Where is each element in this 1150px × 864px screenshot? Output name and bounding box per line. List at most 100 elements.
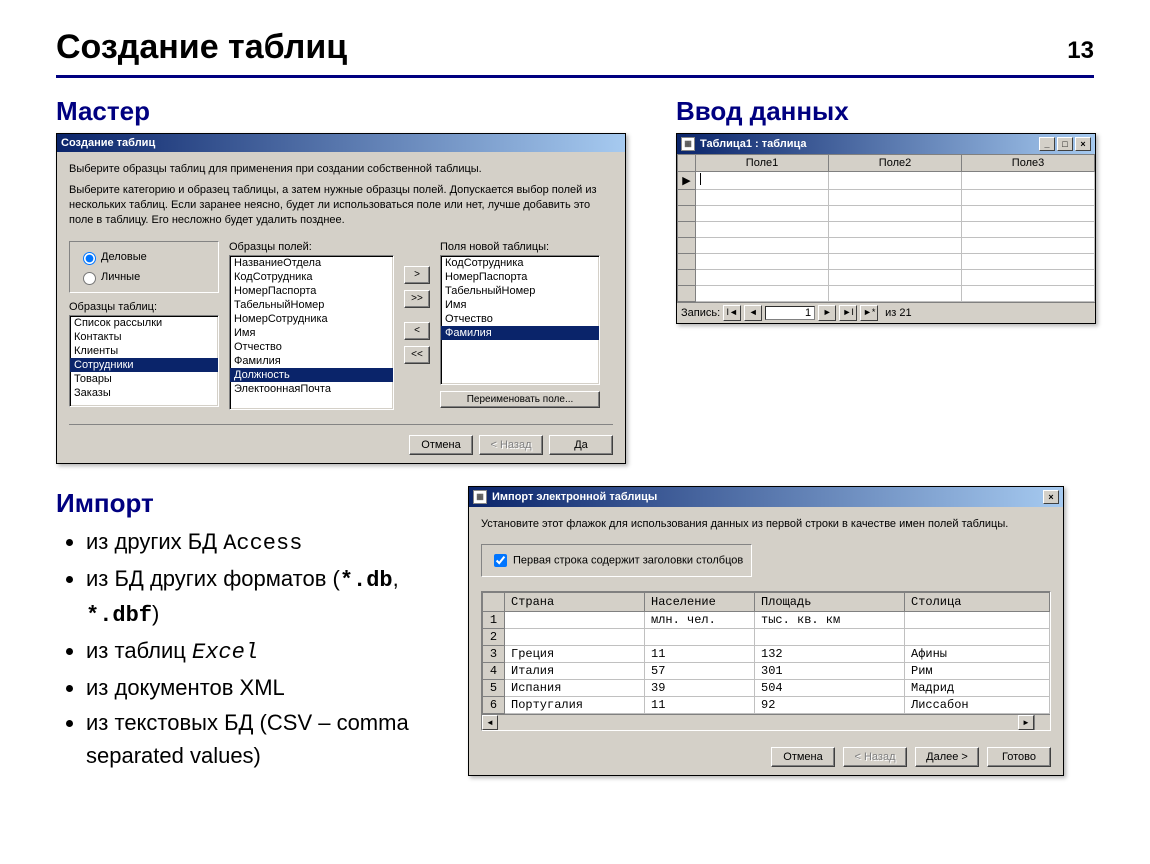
rename-field-button[interactable]: Переименовать поле... xyxy=(440,391,600,408)
list-item[interactable]: Отчество xyxy=(230,340,393,354)
row-selector[interactable] xyxy=(678,222,696,238)
label-sample-fields: Образцы полей: xyxy=(229,241,394,253)
list-item[interactable]: Контакты xyxy=(70,330,218,344)
back-button[interactable]: < Назад xyxy=(479,435,543,455)
list-item[interactable]: ЭлектооннаяПочта xyxy=(230,382,393,396)
cell[interactable] xyxy=(696,238,829,254)
row-selector[interactable] xyxy=(678,254,696,270)
list-item[interactable]: Имя xyxy=(230,326,393,340)
first-row-headers-checkbox[interactable]: Первая строка содержит заголовки столбцо… xyxy=(481,544,752,577)
cell[interactable] xyxy=(962,286,1095,302)
import-preview-table[interactable]: Страна Население Площадь Столица 1млн. ч… xyxy=(482,592,1050,714)
list-item[interactable]: НомерПаспорта xyxy=(230,284,393,298)
import-title: Импорт электронной таблицы xyxy=(492,491,657,503)
move-one-left-button[interactable]: < xyxy=(404,322,430,340)
cell: Италия xyxy=(505,662,645,679)
cancel-button[interactable]: Отмена xyxy=(771,747,835,767)
cell[interactable] xyxy=(696,206,829,222)
minimize-button[interactable]: _ xyxy=(1039,137,1055,151)
close-button[interactable]: × xyxy=(1043,490,1059,504)
maximize-button[interactable]: □ xyxy=(1057,137,1073,151)
listbox-new-fields[interactable]: КодСотрудника НомерПаспорта ТабельныйНом… xyxy=(440,255,600,385)
list-item[interactable]: Клиенты xyxy=(70,344,218,358)
datasheet-grid[interactable]: Поле1 Поле2 Поле3 ▶ xyxy=(677,154,1095,302)
row-selector[interactable] xyxy=(678,270,696,286)
listbox-sample-fields[interactable]: НазваниеОтдела КодСотрудника НомерПаспор… xyxy=(229,255,394,410)
cell[interactable] xyxy=(829,222,962,238)
list-item[interactable]: ТабельныйНомер xyxy=(441,284,599,298)
list-item[interactable]: НазваниеОтдела xyxy=(230,256,393,270)
row-selector[interactable] xyxy=(678,238,696,254)
cell[interactable] xyxy=(962,238,1095,254)
cell[interactable] xyxy=(829,172,962,190)
cell[interactable] xyxy=(829,190,962,206)
record-number-input[interactable] xyxy=(765,306,815,320)
list-item[interactable]: Сотрудники xyxy=(70,358,218,372)
close-button[interactable]: × xyxy=(1075,137,1091,151)
cell[interactable] xyxy=(829,254,962,270)
cell[interactable] xyxy=(696,222,829,238)
cell[interactable] xyxy=(696,254,829,270)
cell[interactable] xyxy=(829,238,962,254)
record-total: из 21 xyxy=(885,307,911,319)
listbox-sample-tables[interactable]: Список рассылки Контакты Клиенты Сотрудн… xyxy=(69,315,219,407)
cell xyxy=(505,628,645,645)
list-item[interactable]: ТабельныйНомер xyxy=(230,298,393,312)
list-item[interactable]: Товары xyxy=(70,372,218,386)
column-header[interactable]: Столица xyxy=(905,592,1050,611)
radio-personal[interactable]: Личные xyxy=(78,267,210,287)
move-one-right-button[interactable]: > xyxy=(404,266,430,284)
cell[interactable] xyxy=(696,286,829,302)
list-item[interactable]: КодСотрудника xyxy=(441,256,599,270)
cell[interactable] xyxy=(829,286,962,302)
row-selector[interactable] xyxy=(678,286,696,302)
nav-new-button[interactable]: ►* xyxy=(860,305,878,321)
list-item[interactable]: Фамилия xyxy=(230,354,393,368)
radio-business[interactable]: Деловые xyxy=(78,247,210,267)
cell[interactable] xyxy=(829,270,962,286)
cell: 504 xyxy=(755,679,905,696)
nav-prev-button[interactable]: ◄ xyxy=(744,305,762,321)
move-all-left-button[interactable]: << xyxy=(404,346,430,364)
column-header[interactable]: Поле3 xyxy=(962,155,1095,172)
column-header[interactable]: Население xyxy=(645,592,755,611)
column-header[interactable]: Поле2 xyxy=(829,155,962,172)
cell[interactable] xyxy=(696,270,829,286)
cell[interactable] xyxy=(696,190,829,206)
list-item[interactable]: Имя xyxy=(441,298,599,312)
move-all-right-button[interactable]: >> xyxy=(404,290,430,308)
list-item[interactable]: Фамилия xyxy=(441,326,599,340)
list-item[interactable]: Заказы xyxy=(70,386,218,400)
column-header[interactable]: Поле1 xyxy=(696,155,829,172)
cancel-button[interactable]: Отмена xyxy=(409,435,473,455)
scroll-left-button[interactable]: ◄ xyxy=(482,715,498,730)
column-header[interactable]: Площадь xyxy=(755,592,905,611)
next-button[interactable]: Да xyxy=(549,435,613,455)
list-item[interactable]: НомерПаспорта xyxy=(441,270,599,284)
list-item[interactable]: Должность xyxy=(230,368,393,382)
row-selector[interactable] xyxy=(678,190,696,206)
next-button[interactable]: Далее > xyxy=(915,747,979,767)
cell[interactable] xyxy=(696,172,829,190)
cell[interactable] xyxy=(962,206,1095,222)
list-item[interactable]: НомерСотрудника xyxy=(230,312,393,326)
nav-last-button[interactable]: ►I xyxy=(839,305,857,321)
list-item[interactable]: Отчество xyxy=(441,312,599,326)
scroll-right-button[interactable]: ► xyxy=(1018,715,1034,730)
finish-button[interactable]: Готово xyxy=(987,747,1051,767)
cell[interactable] xyxy=(962,270,1095,286)
cell[interactable] xyxy=(962,254,1095,270)
cell[interactable] xyxy=(962,172,1095,190)
cell[interactable] xyxy=(962,222,1095,238)
column-header[interactable]: Страна xyxy=(505,592,645,611)
horizontal-scrollbar[interactable]: ◄ ► xyxy=(482,714,1050,730)
row-selector[interactable] xyxy=(678,206,696,222)
nav-next-button[interactable]: ► xyxy=(818,305,836,321)
row-selector[interactable]: ▶ xyxy=(678,172,696,190)
list-item[interactable]: Список рассылки xyxy=(70,316,218,330)
nav-first-button[interactable]: I◄ xyxy=(723,305,741,321)
cell[interactable] xyxy=(962,190,1095,206)
back-button[interactable]: < Назад xyxy=(843,747,907,767)
cell[interactable] xyxy=(829,206,962,222)
list-item[interactable]: КодСотрудника xyxy=(230,270,393,284)
